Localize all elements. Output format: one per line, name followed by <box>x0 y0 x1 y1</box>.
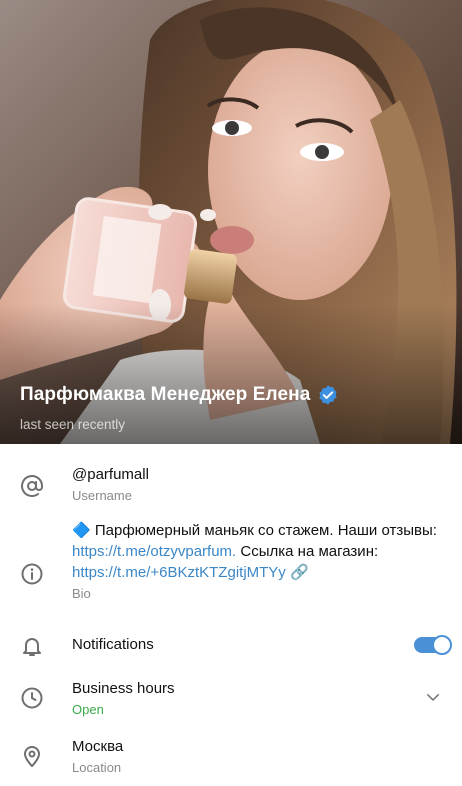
business-hours-label: Business hours <box>72 680 175 697</box>
bio-text: 🔷 Парфюмерный маньяк со стажем. Наши отз… <box>72 520 442 583</box>
location-row[interactable]: Москва Location <box>0 730 462 786</box>
bio-emoji: 🔷 <box>72 522 91 539</box>
bio-row[interactable]: 🔷 Парфюмерный маньяк со стажем. Наши отз… <box>0 510 462 620</box>
bio-label: Bio <box>72 586 91 601</box>
notifications-label: Notifications <box>72 636 154 653</box>
bio-text-part-2: Ссылка на магазин: <box>236 543 379 560</box>
business-hours-row[interactable]: Business hours Open <box>0 672 462 730</box>
bio-link-shop[interactable]: https://t.me/+6BKztKTZgitjMTYy <box>72 564 286 581</box>
profile-info-list: @parfumall Username 🔷 Парфюмерный маньяк… <box>0 444 462 786</box>
username-label: Username <box>72 488 132 503</box>
bell-icon <box>23 638 41 656</box>
location-pin-icon <box>24 746 40 767</box>
notifications-toggle[interactable] <box>414 635 452 655</box>
toggle-knob <box>432 635 452 655</box>
info-icon <box>21 563 43 585</box>
bio-text-part-1: Парфюмерный маньяк со стажем. Наши отзыв… <box>90 522 437 539</box>
location-value: Москва <box>72 738 124 755</box>
verified-badge-icon <box>319 385 337 405</box>
location-label: Location <box>72 760 122 775</box>
bio-link-reviews[interactable]: https://t.me/otzyvparfum. <box>72 543 236 560</box>
at-sign-icon <box>21 475 43 497</box>
profile-name: Парфюмаква Менеджер Елена <box>20 384 311 405</box>
chevron-down-icon[interactable] <box>424 688 442 706</box>
profile-header: Парфюмаква Менеджер Елена last seen rece… <box>0 0 462 444</box>
username-row[interactable]: @parfumall Username <box>0 444 462 510</box>
username-value: @parfumall <box>72 466 149 483</box>
business-hours-status: Open <box>72 702 104 717</box>
name-row: Парфюмаква Менеджер Елена <box>20 384 339 406</box>
notifications-row[interactable]: Notifications <box>0 620 462 672</box>
last-seen-status: last seen recently <box>20 417 126 432</box>
clock-icon <box>21 687 43 709</box>
bio-end-emoji: 🔗 <box>285 564 309 581</box>
